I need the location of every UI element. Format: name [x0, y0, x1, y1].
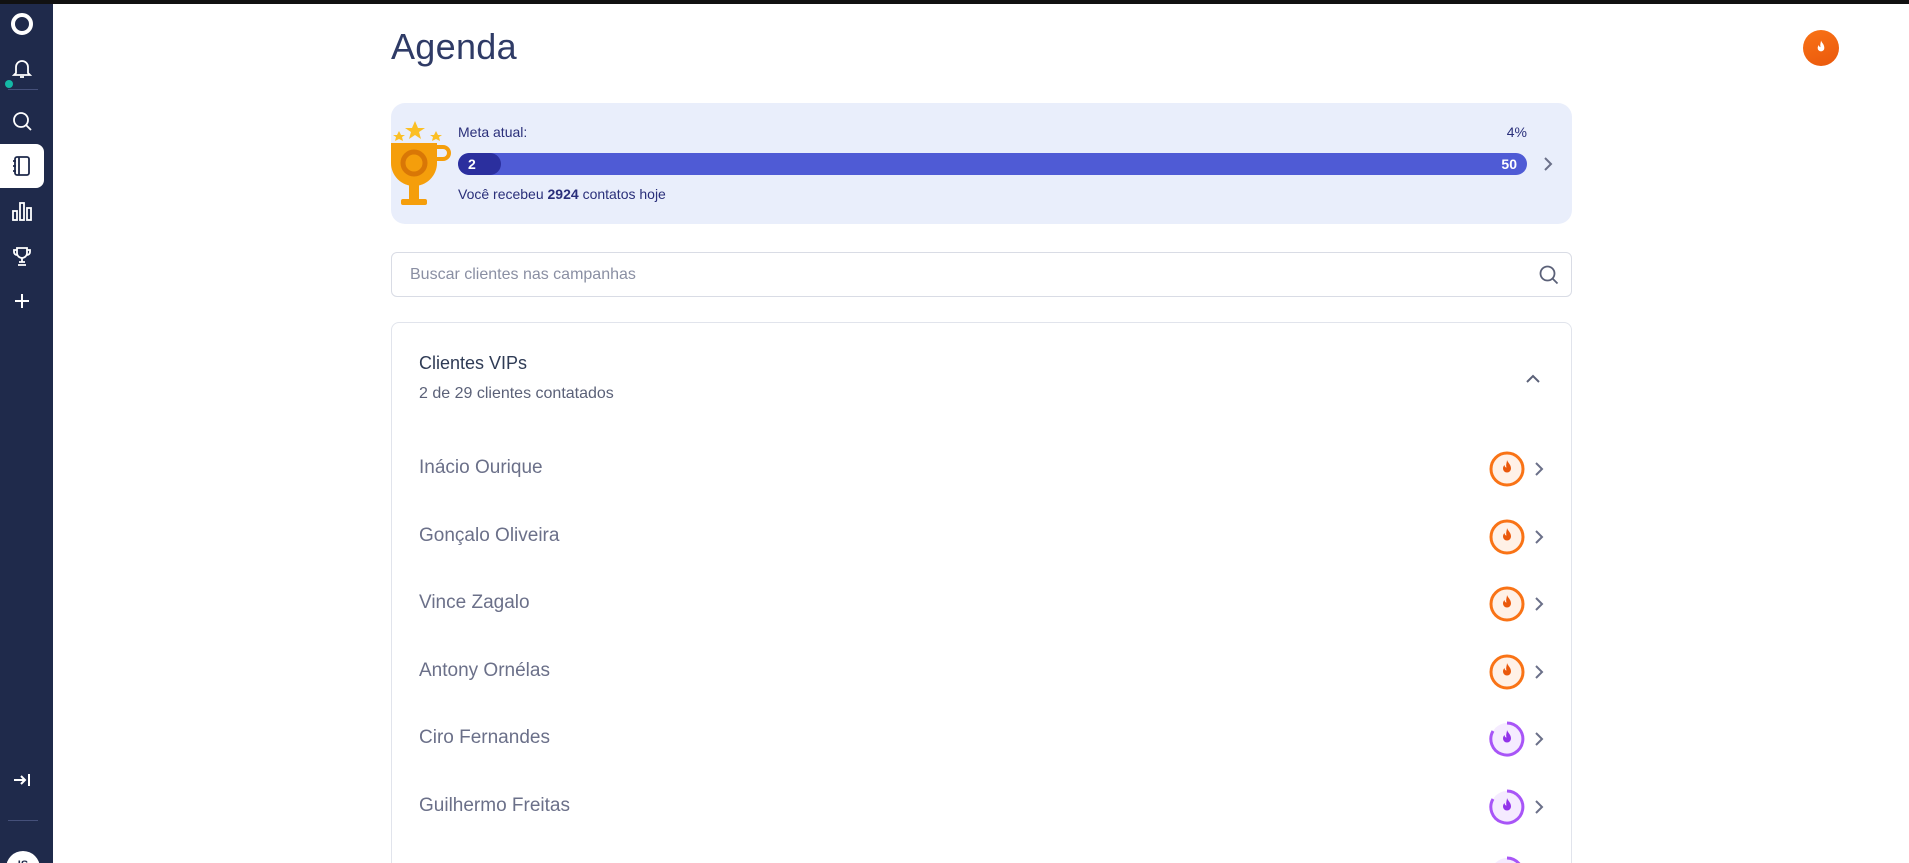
client-row[interactable]: Guilhermo Freitas: [419, 780, 1549, 836]
client-name: Guilhermo Freitas: [419, 795, 570, 816]
goal-percent: 4%: [1506, 124, 1527, 140]
fire-warm-icon: [1495, 856, 1521, 863]
plus-icon[interactable]: [0, 279, 44, 323]
sidebar: IS: [0, 0, 53, 863]
goal-received-text: Você recebeu 2924 contatos hoje: [458, 186, 666, 202]
chevron-right-icon[interactable]: [1529, 527, 1549, 547]
fire-hot-icon: [1489, 519, 1525, 555]
fire-warm-icon: [1489, 721, 1525, 757]
fire-hot-icon: [1489, 654, 1525, 690]
streak-badge[interactable]: [1803, 30, 1839, 66]
client-name: Ciro Fernandes: [419, 727, 550, 748]
campaign-card: Clientes VIPs 2 de 29 clientes contatado…: [391, 322, 1572, 863]
logo-icon[interactable]: [0, 2, 44, 46]
sidebar-divider: [8, 89, 38, 90]
goal-label: Meta atual:: [458, 124, 528, 140]
search-icon[interactable]: [1537, 263, 1561, 287]
fire-icon: [1817, 40, 1825, 52]
goal-target-value: 50: [1501, 156, 1517, 172]
goal-progress-fill: [458, 153, 501, 175]
goal-current-value: 2: [468, 156, 476, 172]
campaign-progress-text: 2 de 29 clientes contatados: [419, 385, 614, 402]
agenda-icon[interactable]: [0, 144, 44, 188]
client-name: Antony Ornélas: [419, 660, 550, 681]
client-row[interactable]: Antony Ornélas: [419, 645, 1549, 701]
campaign-title: Clientes VIPs: [419, 353, 528, 373]
client-row[interactable]: Gonçalo Oliveira: [419, 510, 1549, 566]
chevron-right-icon[interactable]: [1529, 797, 1549, 817]
sidebar-divider: [8, 820, 38, 821]
search-icon[interactable]: [0, 99, 44, 143]
search-box: [391, 252, 1572, 297]
goal-card[interactable]: Meta atual: 4% 2 50 Você recebeu 2924 co…: [391, 103, 1572, 224]
client-name: Gonçalo Oliveira: [419, 525, 560, 546]
search-input[interactable]: [410, 253, 1510, 296]
client-name: Inácio Ourique: [419, 457, 543, 478]
page-title: Agenda: [391, 26, 517, 67]
avatar[interactable]: IS: [6, 851, 40, 863]
client-row[interactable]: Inácio Ourique: [419, 442, 1549, 498]
chevron-up-icon[interactable]: [1523, 369, 1543, 389]
trophy-icon[interactable]: [0, 234, 44, 278]
chart-icon[interactable]: [0, 189, 44, 233]
chevron-right-icon[interactable]: [1529, 729, 1549, 749]
goal-progress-bar: 2 50: [458, 153, 1527, 175]
notification-dot: [5, 80, 13, 88]
chevron-right-icon[interactable]: [1529, 594, 1549, 614]
chevron-right-icon[interactable]: [1529, 662, 1549, 682]
client-row[interactable]: Ciro Fernandes: [419, 712, 1549, 768]
window-top-border: [0, 0, 1909, 4]
fire-hot-icon: [1489, 451, 1525, 487]
client-row-partial[interactable]: [419, 847, 1549, 863]
trophy-illustration: [391, 121, 451, 205]
fire-warm-icon: [1489, 789, 1525, 825]
client-name: Vince Zagalo: [419, 592, 530, 613]
received-count: 2924: [547, 186, 579, 202]
client-row[interactable]: Vince Zagalo: [419, 577, 1549, 633]
fire-hot-icon: [1489, 586, 1525, 622]
collapse-icon[interactable]: [0, 758, 44, 802]
received-suffix: contatos hoje: [582, 186, 666, 202]
chevron-right-icon[interactable]: [1538, 154, 1558, 174]
received-prefix: Você recebeu: [458, 186, 544, 202]
chevron-right-icon[interactable]: [1529, 459, 1549, 479]
